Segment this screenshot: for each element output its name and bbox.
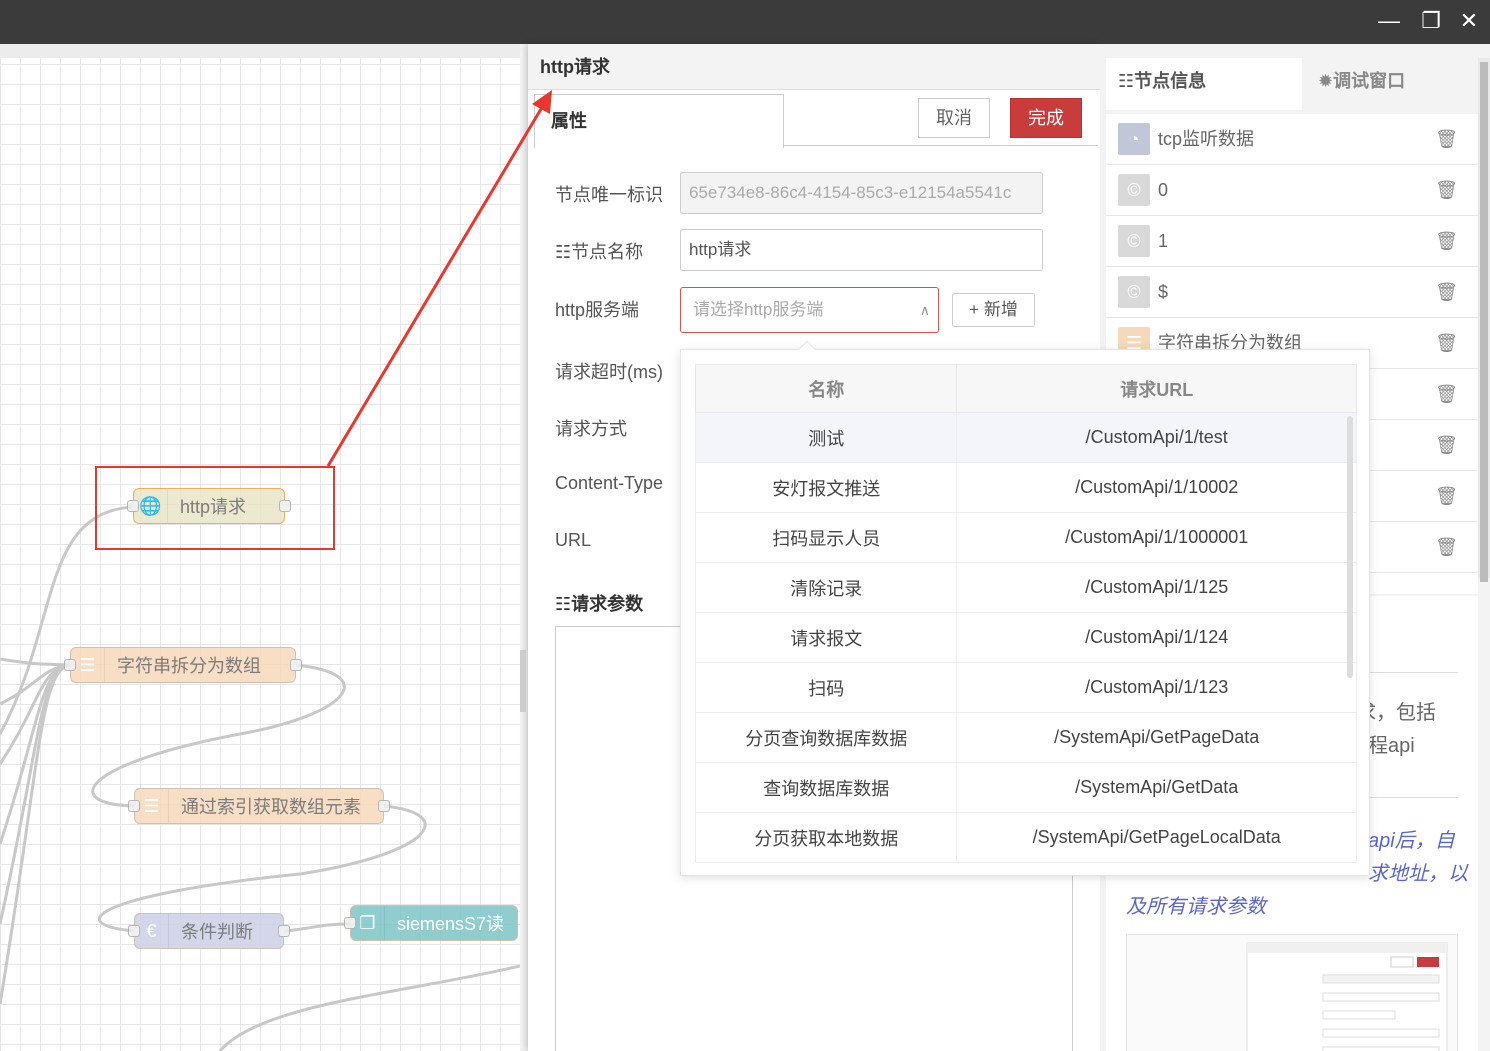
row-name: 测试 xyxy=(694,412,958,463)
help-italic-line: 及所有请求参数 xyxy=(1126,896,1266,918)
row-url: /CustomApi/1/125 xyxy=(956,562,1357,613)
help-italic-line: 求地址，以 xyxy=(1368,863,1468,885)
list-item[interactable]: © 0 🗑 xyxy=(1106,165,1478,216)
rss-icon: ◔ xyxy=(1118,123,1150,155)
list-item[interactable]: © $ 🗑 xyxy=(1106,267,1478,318)
table-row[interactable]: 安灯报文推送 /CustomApi/1/10002 xyxy=(694,462,1357,513)
trash-icon[interactable]: 🗑 xyxy=(1435,318,1458,368)
trash-icon[interactable]: 🗑 xyxy=(1435,114,1458,164)
trash-icon[interactable]: 🗑 xyxy=(1435,420,1458,470)
row-name: 扫码显示人员 xyxy=(694,512,958,563)
row-name: 分页查询数据库数据 xyxy=(694,712,958,763)
row-url: /CustomApi/1/test xyxy=(956,412,1357,463)
list-item-label: 1 xyxy=(1158,231,1169,251)
list-item-label: 0 xyxy=(1158,180,1169,200)
tab-debug-label: 调试窗口 xyxy=(1333,71,1406,91)
row-name: 扫码 xyxy=(694,662,958,713)
copyright-icon: © xyxy=(1118,276,1150,308)
tab-debug[interactable]: ✹调试窗口 xyxy=(1302,58,1478,110)
tab-node-info[interactable]: ☷节点信息 xyxy=(1106,58,1302,110)
sidebar-scrollbar[interactable] xyxy=(1478,58,1490,582)
trash-icon[interactable]: 🗑 xyxy=(1435,165,1458,215)
help-text-line: 程api xyxy=(1368,735,1415,757)
help-screenshot-drawing xyxy=(1246,942,1448,1051)
list-item-label: $ xyxy=(1158,282,1169,302)
table-row[interactable]: 扫码 /CustomApi/1/123 xyxy=(694,662,1357,713)
column-header-name: 名称 xyxy=(694,364,958,413)
row-url: /CustomApi/1/1000001 xyxy=(956,512,1357,563)
dropdown-scrollbar[interactable] xyxy=(1347,416,1353,678)
list-item-label: tcp监听数据 xyxy=(1158,129,1255,149)
row-name: 请求报文 xyxy=(694,612,958,663)
row-url: /SystemApi/GetPageLocalData xyxy=(956,812,1357,863)
list-item[interactable]: © 1 🗑 xyxy=(1106,216,1478,267)
server-options-table: 名称 请求URL 测试 /CustomApi/1/test 安灯报文推送 /Cu… xyxy=(694,364,1357,863)
row-name: 安灯报文推送 xyxy=(694,462,958,513)
list-icon: ☷ xyxy=(1118,71,1135,91)
copyright-icon: © xyxy=(1118,225,1150,257)
trash-icon[interactable]: 🗑 xyxy=(1435,369,1458,419)
row-name: 查询数据库数据 xyxy=(694,762,958,813)
column-header-url: 请求URL xyxy=(956,364,1357,413)
row-url: /CustomApi/1/123 xyxy=(956,662,1357,713)
row-url: /SystemApi/GetData xyxy=(956,762,1357,813)
table-row[interactable]: 查询数据库数据 /SystemApi/GetData xyxy=(694,762,1357,813)
row-url: /CustomApi/1/10002 xyxy=(956,462,1357,513)
help-screenshot-image xyxy=(1126,934,1458,1051)
copyright-icon: © xyxy=(1118,174,1150,206)
table-row[interactable]: 分页获取本地数据 /SystemApi/GetPageLocalData xyxy=(694,812,1357,863)
table-row[interactable]: 请求报文 /CustomApi/1/124 xyxy=(694,612,1357,663)
trash-icon[interactable]: 🗑 xyxy=(1435,522,1458,572)
trash-icon[interactable]: 🗑 xyxy=(1435,216,1458,266)
help-italic-line: api后，自 xyxy=(1368,830,1455,852)
row-name: 清除记录 xyxy=(694,562,958,613)
table-row[interactable]: 分页查询数据库数据 /SystemApi/GetPageData xyxy=(694,712,1357,763)
scrollbar-thumb[interactable] xyxy=(1480,62,1488,582)
sidebar-tabs: ☷节点信息 ✹调试窗口 xyxy=(1106,58,1478,110)
tab-node-info-label: 节点信息 xyxy=(1134,71,1207,91)
server-dropdown: 名称 请求URL 测试 /CustomApi/1/test 安灯报文推送 /Cu… xyxy=(680,340,1370,876)
list-item[interactable]: ◔ tcp监听数据 🗑 xyxy=(1106,114,1478,165)
row-url: /SystemApi/GetPageData xyxy=(956,712,1357,763)
bug-icon: ✹ xyxy=(1318,71,1334,91)
table-row[interactable]: 清除记录 /CustomApi/1/125 xyxy=(694,562,1357,613)
trash-icon[interactable]: 🗑 xyxy=(1435,267,1458,317)
row-url: /CustomApi/1/124 xyxy=(956,612,1357,663)
table-row[interactable]: 扫码显示人员 /CustomApi/1/1000001 xyxy=(694,512,1357,563)
row-name: 分页获取本地数据 xyxy=(694,812,958,863)
trash-icon[interactable]: 🗑 xyxy=(1435,471,1458,521)
table-row[interactable]: 测试 /CustomApi/1/test xyxy=(694,412,1357,463)
